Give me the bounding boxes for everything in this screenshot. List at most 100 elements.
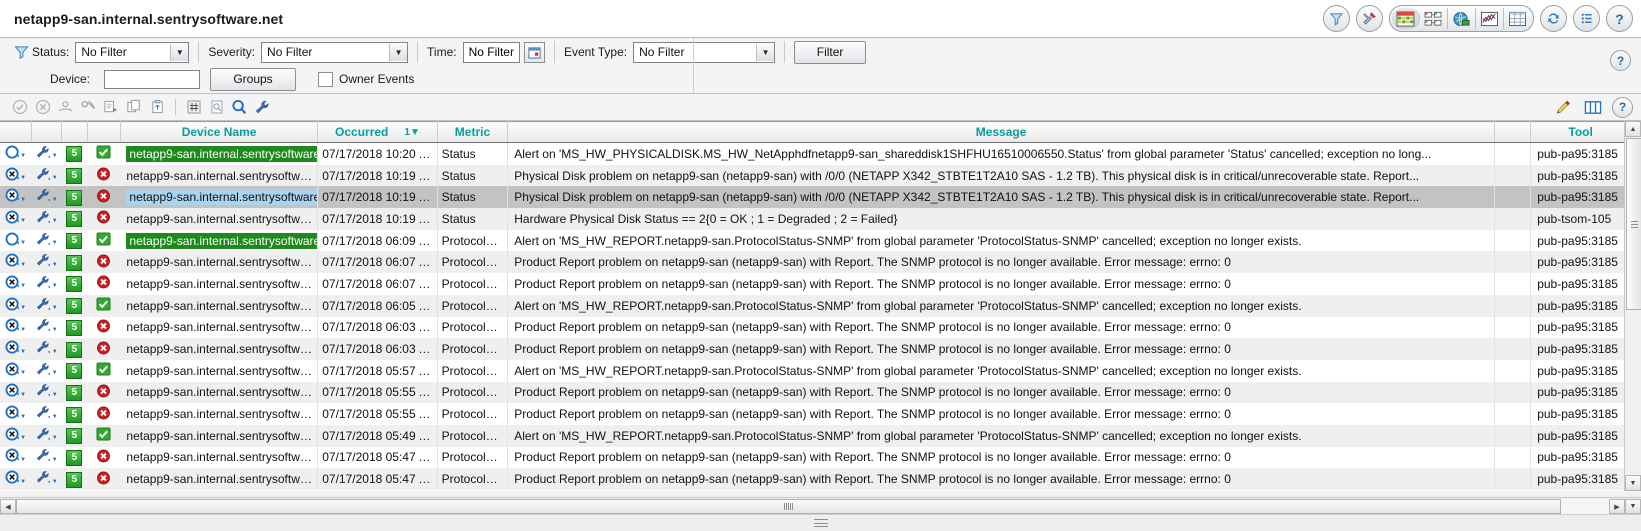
row-status-icon[interactable]: ▼	[0, 294, 32, 317]
row-status-icon[interactable]: ▼	[0, 273, 32, 295]
col-blank[interactable]	[1494, 121, 1532, 143]
row-wrench-icon[interactable]: ▼	[31, 294, 62, 317]
col-tool[interactable]: Tool	[1530, 121, 1631, 143]
row-wrench-icon[interactable]: ▼	[31, 251, 62, 274]
row-wrench-icon[interactable]: ▼	[31, 338, 62, 360]
row-status-icon[interactable]: ▼	[0, 229, 32, 252]
horizontal-scroll-track[interactable]	[16, 499, 1609, 514]
groups-button[interactable]: Groups	[210, 67, 296, 91]
table-row[interactable]: ▼ ▼ 5 netapp9-san.internal.sentrysoftware.n…	[0, 359, 1631, 382]
row-status-icon[interactable]: ▼	[0, 446, 32, 469]
edit-pencil-icon[interactable]	[1554, 98, 1573, 117]
filter-icon[interactable]	[1323, 5, 1350, 32]
table-row[interactable]: ▼ ▼ 5 netapp9-san.internal.sentrysoftware.n…	[0, 164, 1631, 187]
vertical-scrollbar[interactable]: ▲ ▼	[1624, 121, 1641, 491]
chevron-down-icon[interactable]: ▼	[20, 283, 26, 289]
table-row[interactable]: ▼ ▼ 5 netapp9-san.internal.sentrysoftware.n…	[0, 208, 1631, 230]
table-row[interactable]: ▼ ▼ 5 netapp9-san.internal.sentrysoftware.n…	[0, 229, 1631, 252]
calendar-grid-view-icon[interactable]	[1392, 8, 1420, 29]
row-wrench-icon[interactable]: ▼	[31, 142, 62, 165]
chevron-down-icon[interactable]: ▼	[20, 175, 26, 181]
chevron-down-icon[interactable]: ▼	[20, 262, 26, 268]
row-wrench-icon[interactable]: ▼	[31, 424, 62, 447]
chevron-down-icon[interactable]: ▼	[20, 240, 26, 246]
col-severity[interactable]	[61, 121, 88, 143]
table-row[interactable]: ▼ ▼ 5 netapp9-san.internal.sentrysoftware.n…	[0, 251, 1631, 274]
row-ack-icon[interactable]	[87, 273, 121, 295]
col-message[interactable]: Message	[507, 121, 1495, 143]
row-status-icon[interactable]: ▼	[0, 251, 32, 274]
row-status-icon[interactable]: ▼	[0, 164, 32, 187]
row-wrench-icon[interactable]: ▼	[31, 381, 62, 404]
horizontal-scrollbar[interactable]: ◀ ▶ ▼	[0, 497, 1641, 515]
col-occurred[interactable]: Occurred 1▼	[317, 121, 438, 143]
severity-filter-select[interactable]: No Filter ▼	[261, 41, 409, 63]
inspect-icon[interactable]	[207, 98, 226, 117]
search-icon[interactable]	[230, 98, 249, 117]
chevron-down-icon[interactable]: ▼	[52, 262, 58, 268]
col-metric[interactable]: Metric	[437, 121, 509, 143]
scroll-left-button[interactable]: ◀	[0, 499, 16, 514]
table-row[interactable]: ▼ ▼ 5 netapp9-san.internal.sentrysoftware.n…	[0, 338, 1631, 360]
table-row[interactable]: ▼ ▼ 5 netapp9-san.internal.sentrysoftware.n…	[0, 381, 1631, 404]
row-wrench-icon[interactable]: ▼	[31, 229, 62, 252]
row-status-icon[interactable]: ▼	[0, 424, 32, 447]
chevron-down-icon[interactable]: ▼	[52, 327, 58, 333]
help-icon[interactable]: ?	[1612, 96, 1633, 118]
owner-events-checkbox[interactable]	[318, 71, 333, 87]
col-device-name[interactable]: Device Name	[120, 121, 319, 143]
chevron-down-icon[interactable]: ▼	[20, 392, 26, 398]
row-wrench-icon[interactable]: ▼	[31, 403, 62, 425]
scroll-down-corner-button[interactable]: ▼	[1625, 499, 1641, 514]
chevron-down-icon[interactable]: ▼	[20, 349, 26, 355]
help-icon[interactable]: ?	[1606, 5, 1633, 32]
horizontal-scroll-thumb[interactable]	[16, 499, 1561, 514]
row-ack-icon[interactable]	[87, 229, 121, 252]
row-ack-icon[interactable]	[87, 186, 121, 209]
chevron-down-icon[interactable]: ▼	[20, 414, 26, 420]
filter-button[interactable]: Filter	[794, 40, 867, 64]
row-wrench-icon[interactable]: ▼	[31, 359, 62, 382]
chevron-down-icon[interactable]: ▼	[389, 43, 408, 61]
assign-icon[interactable]	[56, 98, 75, 117]
annotate-icon[interactable]	[79, 98, 98, 117]
device-filter-input[interactable]	[104, 69, 200, 89]
chevron-down-icon[interactable]: ▼	[52, 218, 58, 224]
row-ack-icon[interactable]	[87, 424, 121, 447]
chevron-down-icon[interactable]: ▼	[52, 175, 58, 181]
row-wrench-icon[interactable]: ▼	[31, 316, 62, 339]
chevron-down-icon[interactable]: ▼	[20, 305, 26, 311]
status-filter-select[interactable]: No Filter ▼	[75, 41, 190, 63]
table-row[interactable]: ▼ ▼ 5 netapp9-san.internal.sentrysoftware.n…	[0, 446, 1631, 469]
row-ack-icon[interactable]	[87, 338, 121, 360]
calendar-icon[interactable]	[523, 41, 545, 63]
row-ack-icon[interactable]	[87, 164, 121, 187]
row-ack-icon[interactable]	[87, 381, 121, 404]
chevron-down-icon[interactable]: ▼	[170, 43, 189, 61]
row-status-icon[interactable]: ▼	[0, 403, 32, 425]
chevron-down-icon[interactable]: ▼	[20, 197, 26, 203]
table-row[interactable]: ▼ ▼ 5 netapp9-san.internal.sentrysoftware.n…	[0, 186, 1631, 209]
row-ack-icon[interactable]	[87, 251, 121, 274]
row-wrench-icon[interactable]: ▼	[31, 164, 62, 187]
list-icon[interactable]	[1573, 5, 1600, 32]
row-ack-icon[interactable]	[87, 142, 121, 165]
row-ack-icon[interactable]	[87, 208, 121, 230]
scroll-down-button[interactable]: ▼	[1625, 475, 1641, 491]
table-view-icon[interactable]	[1504, 8, 1531, 29]
col-tool-icon[interactable]	[31, 121, 62, 143]
chevron-down-icon[interactable]: ▼	[52, 457, 58, 463]
row-status-icon[interactable]: ▼	[0, 468, 32, 490]
table-row[interactable]: ▼ ▼ 5 netapp9-san.internal.sentrysoftware.n…	[0, 294, 1631, 317]
row-ack-icon[interactable]	[87, 294, 121, 317]
row-ack-icon[interactable]	[87, 316, 121, 339]
settings-wrench-icon[interactable]	[253, 98, 272, 117]
row-status-icon[interactable]: ▼	[0, 142, 32, 165]
row-status-icon[interactable]: ▼	[0, 186, 32, 209]
row-status-icon[interactable]: ▼	[0, 381, 32, 404]
chevron-down-icon[interactable]: ▼	[52, 197, 58, 203]
col-ack[interactable]	[87, 121, 121, 143]
chevron-down-icon[interactable]: ▼	[20, 457, 26, 463]
table-row[interactable]: ▼ ▼ 5 netapp9-san.internal.sentrysoftware.n…	[0, 468, 1631, 490]
chevron-down-icon[interactable]: ▼	[20, 370, 26, 376]
